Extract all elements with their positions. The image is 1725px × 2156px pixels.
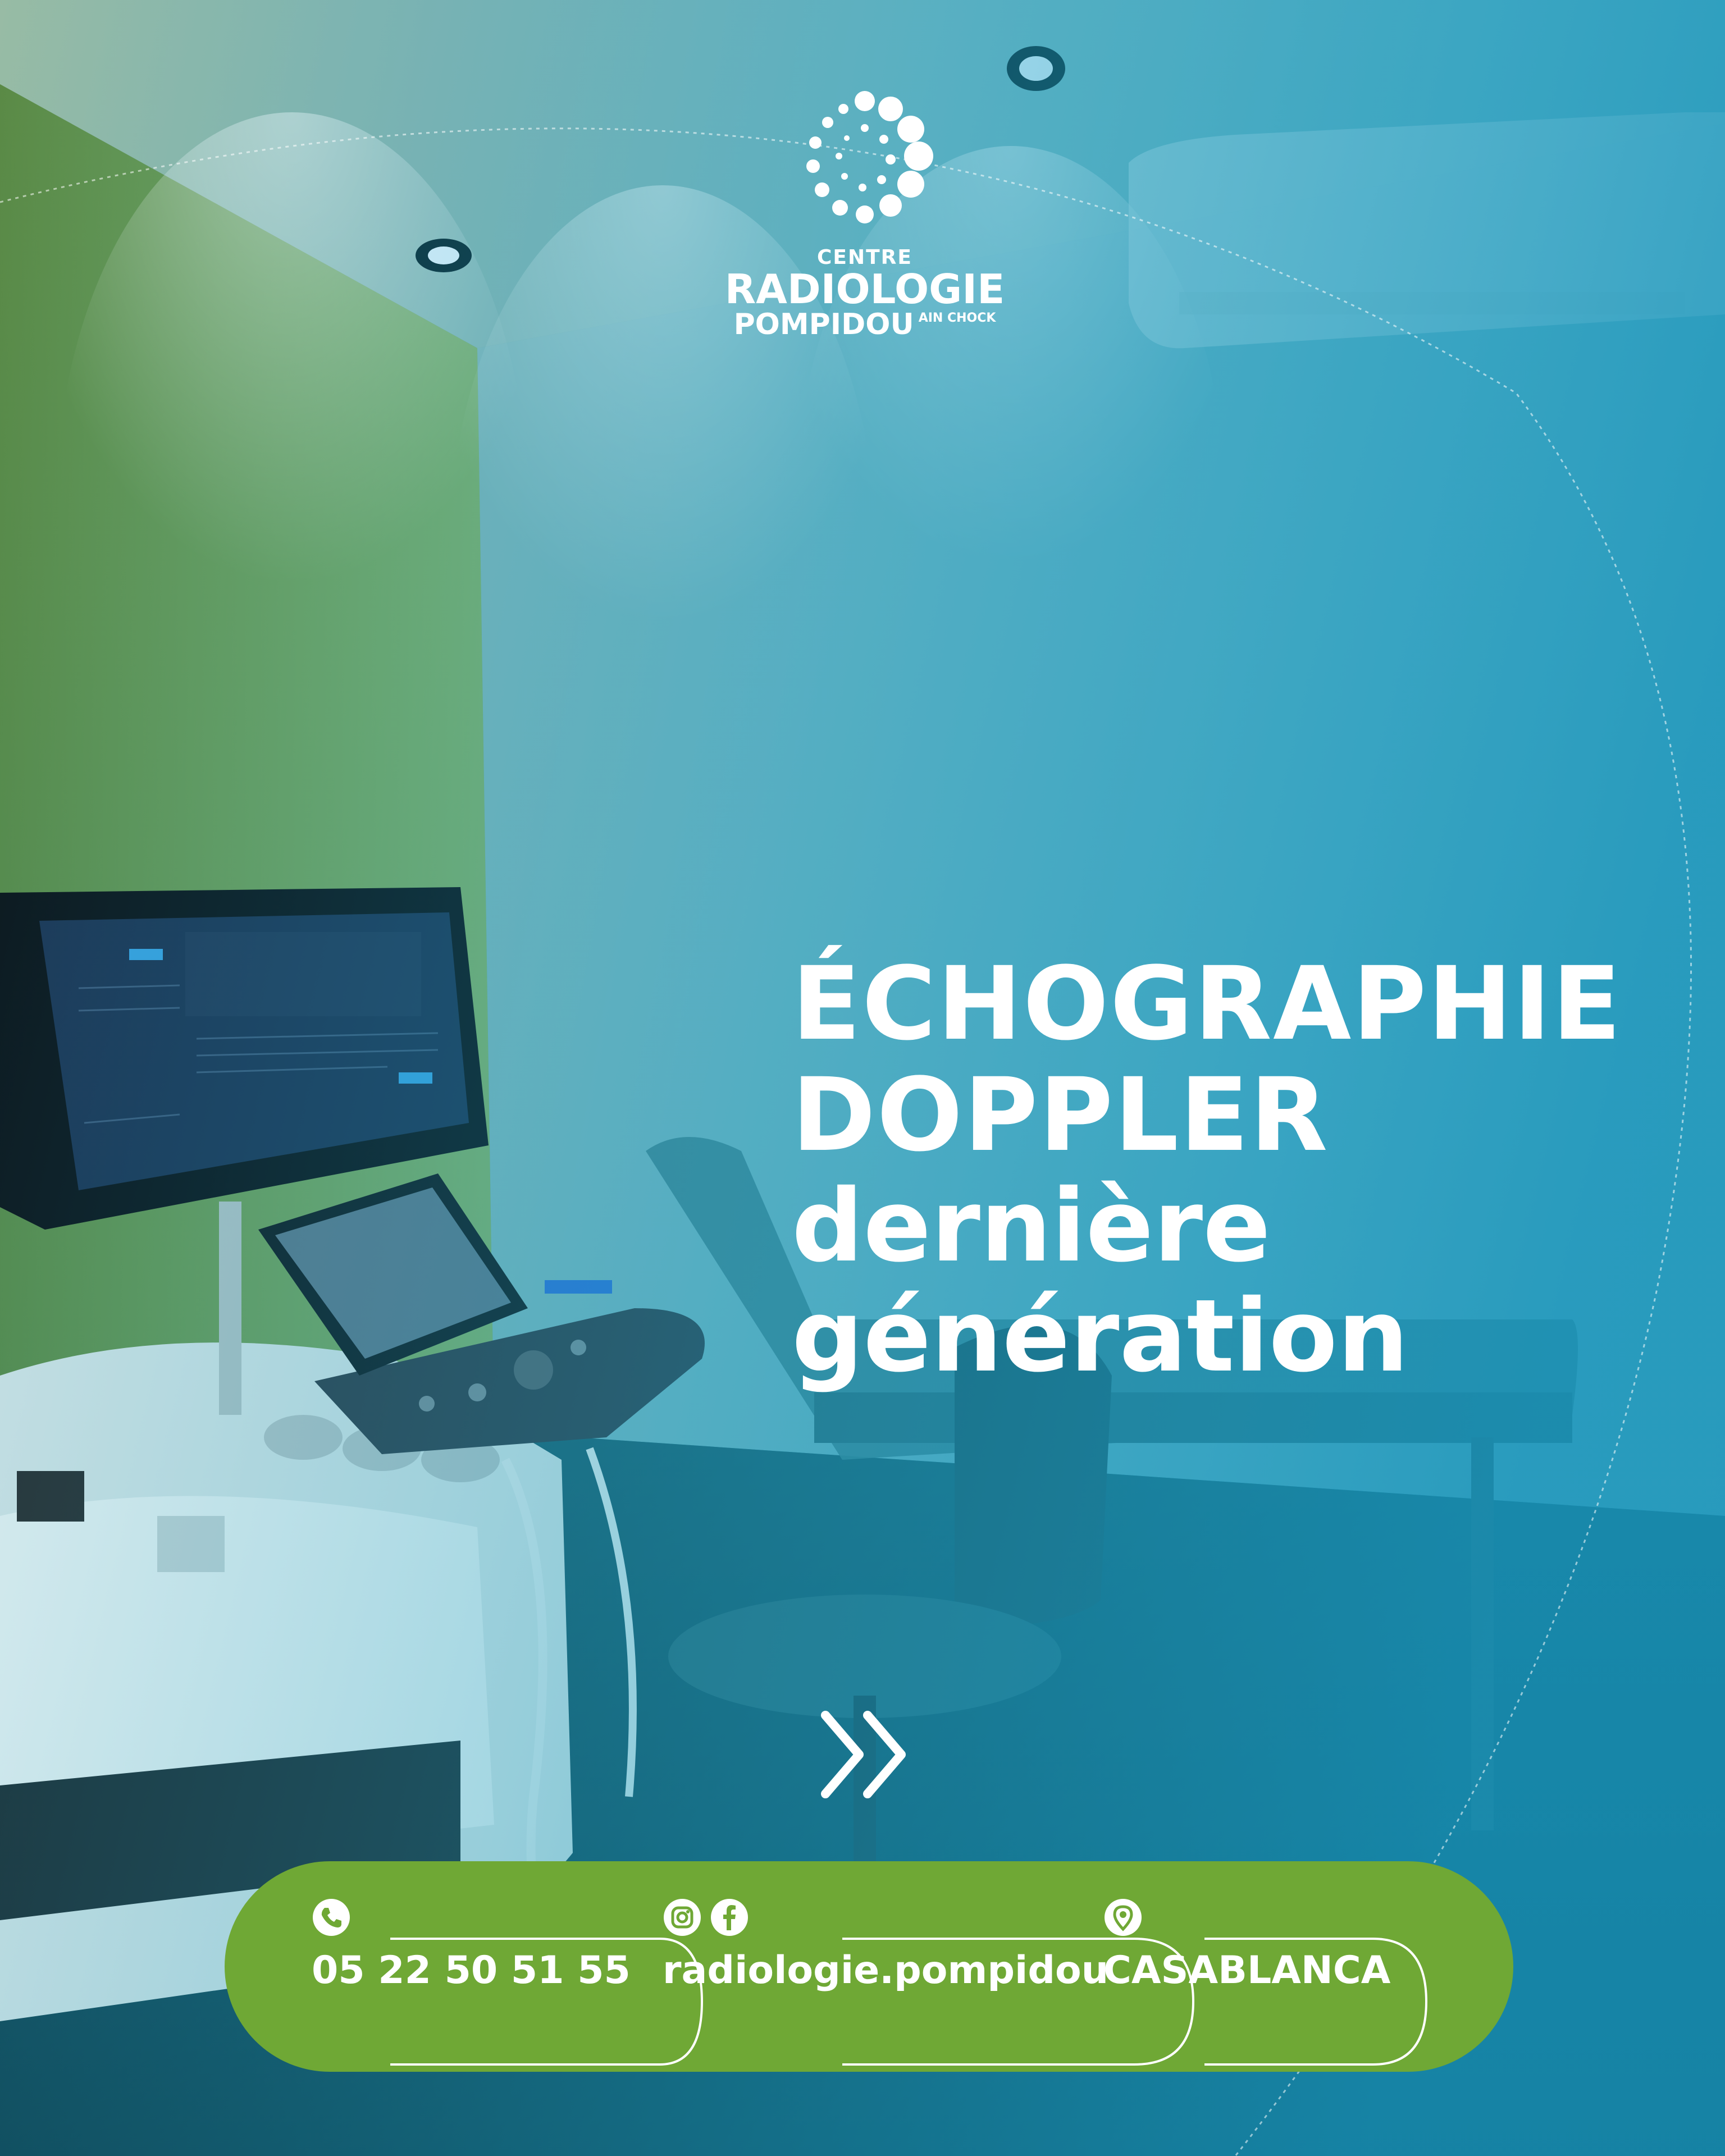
logo-ain-chock-text: AIN CHOCK: [918, 311, 996, 325]
instagram-icon: [664, 1899, 701, 1936]
headline: ÉCHOGRAPHIE DOPPLER dernière génération: [792, 949, 1622, 1391]
location-pin-icon: [1105, 1899, 1142, 1936]
headline-line-1: ÉCHOGRAPHIE: [792, 945, 1622, 1063]
logo-dots-mark: [806, 91, 933, 223]
city-frame-outline: [1204, 1938, 1428, 2066]
logo-pompidou-line: POMPIDOU AIN CHOCK: [724, 309, 1005, 340]
facebook-icon: [711, 1899, 748, 1936]
logo: CENTRE RADIOLOGIE POMPIDOU AIN CHOCK: [724, 84, 1005, 340]
contact-location[interactable]: CASABLANCA: [1103, 1898, 1428, 2066]
logo-radiologie-text: RADIOLOGIE: [724, 266, 1005, 313]
contact-phone[interactable]: 05 22 50 51 55: [312, 1898, 704, 2066]
logo-pompidou-text: POMPIDOU: [733, 308, 914, 341]
phone-icon: [313, 1899, 350, 1936]
contact-social[interactable]: radiologie.pompidou: [663, 1898, 1195, 2066]
chevron-double-right-icon: [821, 1711, 906, 1798]
headline-line-2: DOPPLER: [792, 1057, 1329, 1174]
phone-frame-outline: [390, 1938, 704, 2066]
headline-line-3: dernière: [792, 1168, 1271, 1284]
poster: CENTRE RADIOLOGIE POMPIDOU AIN CHOCK ÉCHO…: [0, 0, 1725, 2156]
contact-bar: 05 22 50 51 55 radiologie.pompidou CASAB…: [225, 1861, 1513, 2072]
headline-line-4: génération: [792, 1277, 1409, 1394]
